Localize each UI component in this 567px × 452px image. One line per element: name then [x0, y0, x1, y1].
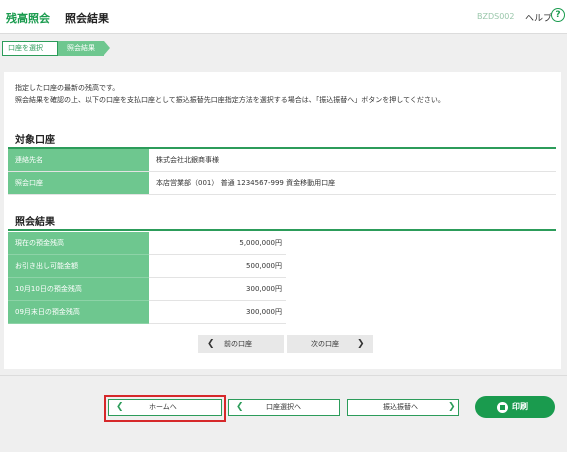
row-value: 5,000,000円 — [149, 232, 286, 255]
intro-text-line2: 照会結果を確認の上、以下の口座を支払口座として振込振替先口座指定方法を選択する場… — [15, 96, 445, 104]
step-arrow — [104, 41, 110, 55]
print-button-label: 印刷 — [512, 402, 528, 411]
prev-account-button[interactable]: ❮ 前の口座 — [198, 335, 284, 353]
next-account-button[interactable]: 次の口座 ❯ — [287, 335, 373, 353]
account-select-label: 口座選択へ — [266, 403, 301, 411]
app-logo: 残高照会 — [6, 12, 50, 25]
section-title-account: 対象口座 — [15, 135, 55, 146]
intro-text-line1: 指定した口座の最新の残高です。 — [15, 84, 120, 92]
row-value: 株式会社北銀商事様 — [156, 156, 219, 164]
row-value: 本店営業部（001） 普通 1234567-999 資金移動用口座 — [156, 179, 336, 187]
prev-account-label: 前の口座 — [224, 340, 252, 348]
row-label: 09月末日の預金残高 — [8, 301, 149, 324]
step-breadcrumb: 口座を選択 照会結果 — [0, 35, 567, 63]
print-button[interactable]: 印刷 — [475, 396, 555, 418]
row-label: 照会口座 — [8, 172, 149, 194]
table-row: 現在の預金残高 5,000,000円 — [8, 232, 556, 255]
row-value: 300,000円 — [149, 301, 286, 324]
row-label: 現在の預金残高 — [8, 232, 149, 255]
chevron-left-icon: ❮ — [207, 339, 215, 349]
table-row: 照会口座 本店営業部（001） 普通 1234567-999 資金移動用口座 — [8, 172, 556, 195]
home-button[interactable]: ❮ ホームへ — [108, 399, 222, 416]
table-row: 10月10日の預金残高 300,000円 — [8, 278, 556, 301]
transfer-button-label: 振込振替へ — [383, 403, 418, 411]
chevron-right-icon: ❯ — [448, 402, 456, 412]
main-panel: 指定した口座の最新の残高です。 照会結果を確認の上、以下の口座を支払口座として振… — [4, 72, 561, 369]
row-value: 500,000円 — [149, 255, 286, 278]
balance-table: 現在の預金残高 5,000,000円 お引き出し可能金額 500,000円 10… — [8, 232, 556, 324]
table-row: 09月末日の預金残高 300,000円 — [8, 301, 556, 324]
account-table: 連絡先名 株式会社北銀商事様 照会口座 本店営業部（001） 普通 123456… — [8, 149, 556, 195]
row-label: 10月10日の預金残高 — [8, 278, 149, 301]
page-title: 照会結果 — [65, 12, 109, 25]
app-header: 残高照会 照会結果 BZDS002 ヘルプ ? — [0, 0, 567, 34]
account-select-button[interactable]: ❮ 口座選択へ — [228, 399, 340, 416]
chevron-left-icon: ❮ — [236, 402, 244, 412]
step-account-select: 口座を選択 — [2, 41, 58, 56]
screen-id: BZDS002 — [477, 12, 515, 21]
help-link[interactable]: ヘルプ — [525, 11, 552, 24]
section-rule — [8, 229, 556, 231]
home-button-label: ホームへ — [149, 403, 177, 411]
footer-divider — [0, 375, 567, 376]
help-icon[interactable]: ? — [551, 8, 565, 22]
printer-icon — [497, 402, 508, 413]
chevron-left-icon: ❮ — [116, 402, 124, 412]
next-account-label: 次の口座 — [311, 340, 339, 348]
section-title-result: 照会結果 — [15, 217, 55, 228]
table-row: 連絡先名 株式会社北銀商事様 — [8, 149, 556, 172]
row-label: 連絡先名 — [8, 149, 149, 171]
row-value: 300,000円 — [149, 278, 286, 301]
step-result-label: 照会結果 — [58, 41, 104, 56]
row-label: お引き出し可能金額 — [8, 255, 149, 278]
table-row: お引き出し可能金額 500,000円 — [8, 255, 556, 278]
chevron-right-icon: ❯ — [357, 339, 365, 349]
transfer-button[interactable]: 振込振替へ ❯ — [347, 399, 459, 416]
